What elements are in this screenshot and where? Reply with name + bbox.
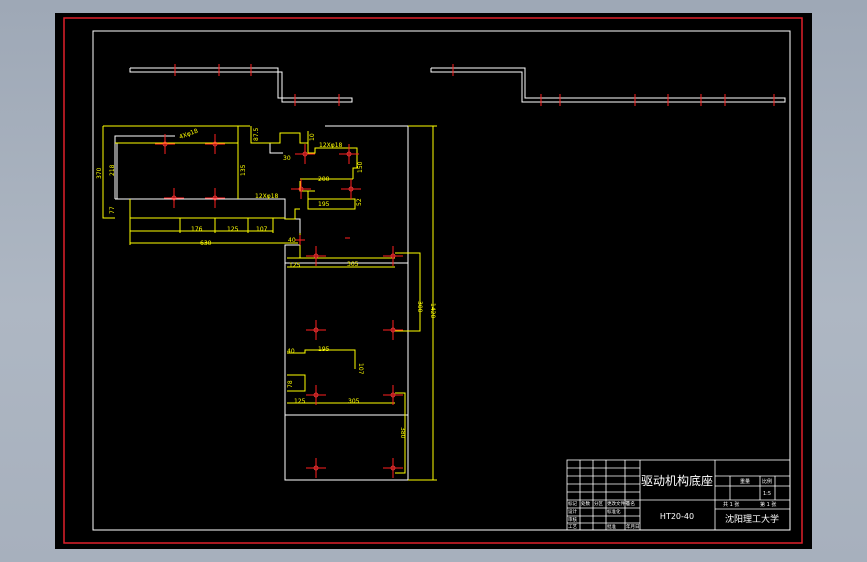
dim-380: 380 [399, 427, 406, 439]
dim-52: 52 [356, 198, 363, 206]
tb-row0-f: 年月日 [626, 523, 640, 530]
tb-row2-a: 审核 [568, 516, 577, 523]
dim-hole-spec-2: 12Xφ18 [319, 142, 343, 149]
dim-125-c: 125 [294, 398, 306, 405]
dim-78: 78 [287, 380, 294, 388]
tb-row3-d: 批准 [607, 523, 616, 530]
dim-125-b: 125 [289, 262, 301, 269]
dim-77: 77 [109, 206, 116, 214]
dim-hole-spec-3: 12Xφ18 [255, 193, 279, 200]
dim-218: 218 [109, 164, 116, 176]
dim-hole-spec-1: 4Xφ18 [178, 128, 199, 141]
school-name: 沈阳理工大学 [725, 513, 779, 525]
dim-305-b: 305 [348, 398, 360, 405]
base-plan-outline [114, 125, 409, 481]
dim-630: 630 [200, 240, 212, 247]
tb-row1-d: 标准化 [607, 508, 621, 515]
dim-195-a: 195 [318, 201, 330, 208]
dim-40-a: 40 [288, 237, 296, 244]
dim-370: 370 [96, 167, 103, 179]
title-block-rows: 标记 处数 分区 更改文件号 签名 设计 标准化 审核 工艺 批准 年月日 [568, 500, 640, 530]
dim-30: 30 [283, 155, 291, 162]
dim-176: 176 [191, 226, 203, 233]
base-plan-inner-features [116, 143, 283, 199]
hole-centers [155, 134, 403, 478]
dim-87-5: 87.5 [253, 127, 260, 141]
dim-195-b: 195 [318, 346, 330, 353]
dim-1420: 1420 [429, 303, 436, 318]
scale-value: 1:5 [763, 491, 771, 497]
cad-drawing-viewport[interactable]: 4Xφ18 12Xφ18 12Xφ18 370 218 77 176 125 1… [55, 13, 812, 549]
tb-row3-a: 工艺 [568, 524, 577, 530]
tb-row1-a: 设计 [568, 508, 577, 515]
top-profile-right [430, 67, 786, 103]
tb-row0-c: 分区 [594, 500, 603, 507]
total-sheets-label: 共 1 张 [723, 501, 739, 508]
dimension-lines [102, 125, 437, 481]
dim-107-a: 107 [256, 226, 268, 233]
dim-150: 150 [357, 161, 364, 173]
weight-label: 重量 [740, 478, 750, 485]
tb-row0-e: 签名 [626, 500, 635, 507]
drawing-canvas: 4Xφ18 12Xφ18 12Xφ18 370 218 77 176 125 1… [63, 17, 803, 544]
top-profile-hole-marks [174, 64, 775, 106]
sheet-number-label: 第 1 张 [760, 501, 776, 508]
drawing-frame [92, 30, 791, 531]
dim-40-b: 40 [287, 348, 295, 355]
dim-10: 10 [309, 133, 316, 141]
hole-circles [162, 141, 396, 471]
drawing-code: HT20-40 [660, 512, 694, 521]
tb-row0-a: 标记 [568, 500, 577, 507]
dim-300: 300 [416, 301, 423, 313]
dim-305-a: 305 [347, 261, 359, 268]
top-profile-left [129, 67, 353, 103]
dim-200: 200 [318, 176, 330, 183]
dim-107-b: 107 [357, 363, 364, 375]
dim-125-a: 125 [227, 226, 239, 233]
scale-label: 比例 [762, 478, 772, 485]
drawing-title: 驱动机构底座 [641, 473, 713, 488]
dim-135-a: 135 [240, 164, 247, 176]
tb-row0-b: 处数 [581, 500, 590, 507]
